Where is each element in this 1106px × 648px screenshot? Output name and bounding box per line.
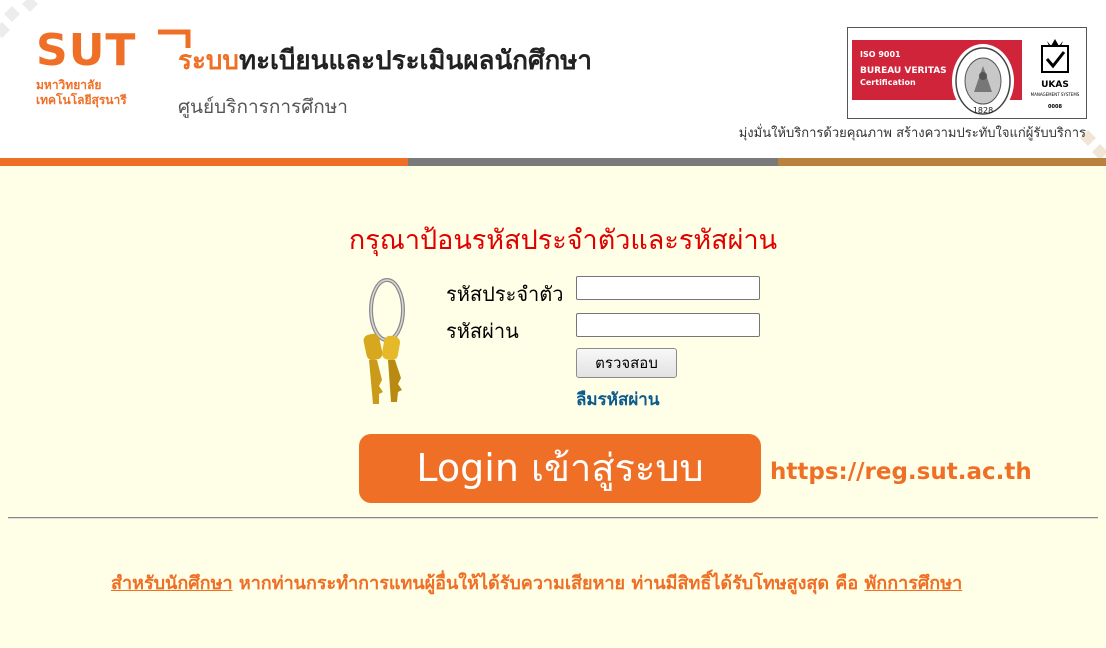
keys-icon: [363, 278, 405, 404]
crown-check-icon: [1041, 39, 1069, 73]
certification-badge: ISO 9001 BUREAU VERITAS Certification 18…: [847, 27, 1087, 119]
notice-student-link[interactable]: สำหรับนักศึกษา: [111, 573, 233, 594]
certification-label: Certification: [860, 78, 916, 87]
student-id-input[interactable]: [576, 276, 760, 300]
bureau-veritas-block: ISO 9001 BUREAU VERITAS Certification 18…: [852, 40, 1022, 118]
sut-logo[interactable]: SUT มหาวิทยาลัย เทคโนโลยีสุรนารี: [36, 25, 191, 108]
certifier-name: BUREAU VERITAS: [860, 66, 947, 76]
ukas-mark: UKAS MANAGEMENT SYSTEMS 0008: [1030, 36, 1080, 114]
ukas-label: UKAS: [1041, 80, 1069, 90]
student-id-label: รหัสประจำตัว: [446, 282, 564, 306]
logo-university-line1: มหาวิทยาลัย: [36, 78, 102, 92]
notice-text: หากท่านกระทำการแทนผู้อื่นให้ได้รับความเส…: [232, 573, 865, 594]
logo-university-line2: เทคโนโลยีสุรนารี: [36, 93, 127, 107]
student-notice: สำหรับนักศึกษา หากท่านกระทำการแทนผู้อื่น…: [111, 570, 1096, 597]
slogan: มุ่งมั่นให้บริการด้วยคุณภาพ สร้างความประ…: [738, 126, 1086, 141]
password-input[interactable]: [576, 313, 760, 337]
system-title: ระบบทะเบียนและประเมินผลนักศึกษา: [178, 40, 592, 81]
header-stripe-gray: [408, 158, 778, 166]
submit-button[interactable]: ตรวจสอบ: [576, 348, 677, 378]
login-prompt: กรุณาป้อนรหัสประจำตัวและรหัสผ่าน: [348, 225, 778, 256]
system-title-highlight: ระบบ: [178, 46, 239, 76]
seal-year: 1828: [973, 106, 993, 115]
logo-brand: SUT: [36, 25, 137, 76]
forgot-password-link[interactable]: ลืมรหัสผ่าน: [576, 386, 659, 413]
bureau-veritas-seal-icon: 1828: [952, 44, 1014, 118]
login-banner-button[interactable]: Login เข้าสู่ระบบ: [359, 434, 761, 503]
notice-penalty-link[interactable]: พักการศึกษา: [864, 573, 962, 594]
system-title-rest: ทะเบียนและประเมินผลนักศึกษา: [238, 46, 592, 76]
divider: [8, 517, 1098, 519]
header-stripe-gold: [778, 158, 1106, 166]
page-header: SUT มหาวิทยาลัย เทคโนโลยีสุรนารี ระบบทะเ…: [0, 0, 1106, 158]
password-label: รหัสผ่าน: [446, 319, 519, 343]
ukas-number: 0008: [1048, 104, 1062, 110]
site-url: https://reg.sut.ac.th: [770, 459, 1032, 485]
header-stripe-orange: [0, 158, 408, 166]
system-subtitle: ศูนย์บริการการศึกษา: [178, 96, 348, 118]
iso-label: ISO 9001: [860, 50, 901, 59]
ukas-sub-label: MANAGEMENT SYSTEMS: [1030, 92, 1080, 97]
